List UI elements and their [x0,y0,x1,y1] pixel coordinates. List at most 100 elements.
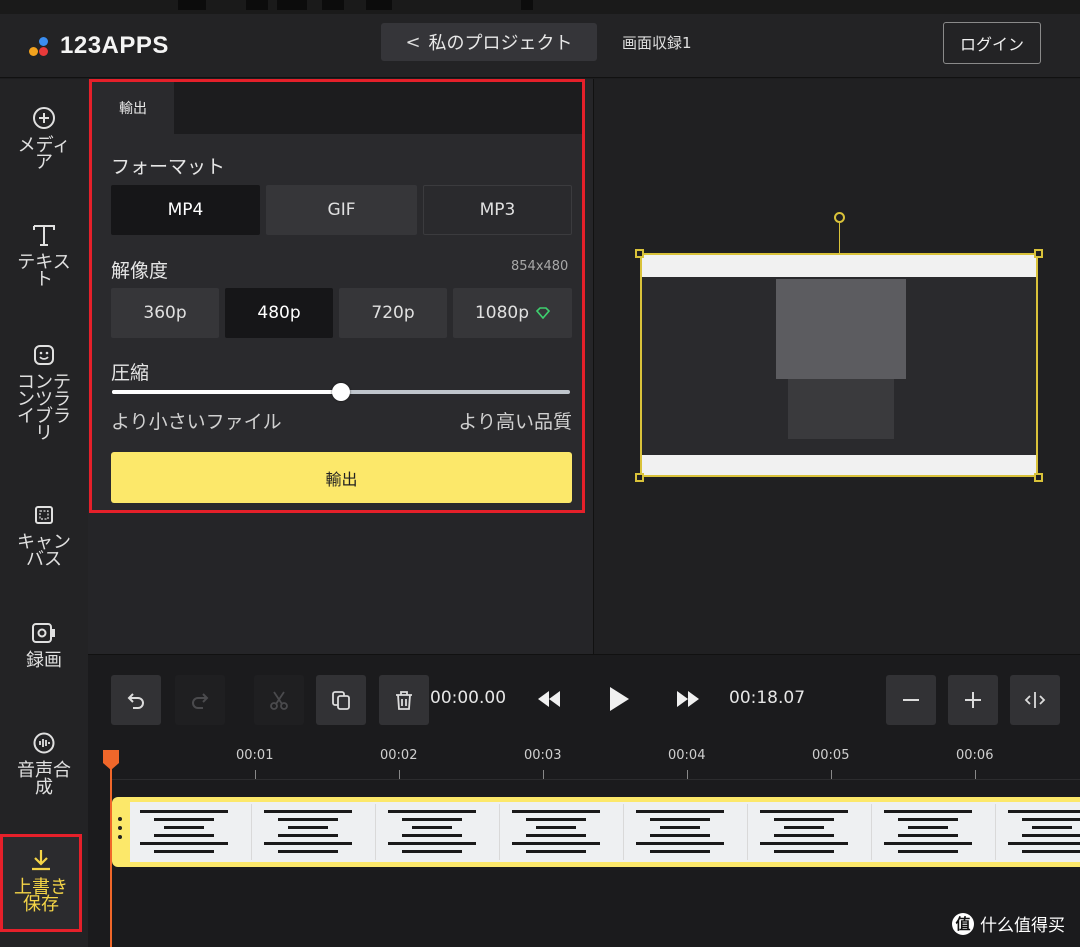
undo-button[interactable] [111,675,161,725]
expand-horizontal-icon [1023,689,1047,711]
project-name[interactable]: 画面収録1 [622,32,692,53]
clip-thumbnails [130,802,1080,862]
thumbnail-stripe [402,818,462,821]
ruler-tick [255,770,256,779]
thumbnail-stripe [526,850,586,853]
sidebar-item-canvas[interactable]: キャン バス [0,500,88,569]
thumbnail-stripe [1022,818,1080,821]
fast-forward-button[interactable] [673,684,703,714]
minus-icon [900,689,922,711]
thumbnail-stripe [650,834,710,837]
ruler-tick [543,770,544,779]
thumbnail-stripe [164,826,204,829]
thumbnail-stripe [774,834,834,837]
zoom-out-button[interactable] [886,675,936,725]
thumbnail-stripe [278,834,338,837]
sidebar-item-label: 音声合 成 [17,760,71,798]
thumbnail-stripe [784,826,824,829]
ruler-label: 00:02 [380,748,418,763]
video-clip[interactable] [112,797,1080,867]
thumbnail-stripe [512,842,600,845]
total-time: 00:18.07 [729,688,806,708]
ruler-label: 00:04 [668,748,706,763]
thumbnail-stripe [1032,826,1072,829]
thumbnail-stripe [512,810,600,813]
resize-handle-top-right[interactable] [1034,249,1043,258]
duplicate-button[interactable] [316,675,366,725]
thumbnail-stripe [884,810,972,813]
thumbnail-stripe [288,826,328,829]
play-button[interactable] [604,684,634,714]
thumbnail-stripe [278,850,338,853]
thumbnail-stripe [1008,810,1080,813]
thumbnail-stripe [884,842,972,845]
thumbnail-stripe [898,850,958,853]
watermark-logo-icon: 值 [952,912,974,935]
clip-thumbnail [502,804,624,860]
logo[interactable]: 123APPS [28,32,169,60]
thumbnail-stripe [636,842,724,845]
redo-button[interactable] [175,675,225,725]
thumbnail-stripe [402,834,462,837]
ruler-tick [831,770,832,779]
rewind-icon [536,690,562,708]
rewind-button[interactable] [534,684,564,714]
sidebar-item-content-library[interactable]: コンテ ンツラ イブラ リ [0,340,88,443]
zoom-in-button[interactable] [948,675,998,725]
ruler-label: 00:01 [236,748,274,763]
clip-thumbnail [254,804,376,860]
playhead-line [110,752,112,947]
watermark: 值 什么值得买 [952,911,1065,936]
sidebar-item-voice[interactable]: 音声合 成 [0,728,88,798]
thumbnail-stripe [660,826,700,829]
redo-icon [189,689,211,711]
rotate-handle[interactable] [834,212,845,223]
sidebar-item-label: 録画 [26,650,62,671]
resize-handle-bottom-left[interactable] [635,473,644,482]
resize-handle-bottom-right[interactable] [1034,473,1043,482]
fit-timeline-button[interactable] [1010,675,1060,725]
thumbnail-stripe [388,842,476,845]
thumbnail-stripe [774,850,834,853]
sticker-icon [29,340,59,370]
trash-icon [393,689,415,711]
current-time: 00:00.00 [430,688,507,708]
login-button[interactable]: ログイン [943,22,1041,64]
thumbnail-stripe [650,850,710,853]
thumbnail-stripe [1008,842,1080,845]
clip-thumbnail [750,804,872,860]
undo-icon [125,689,147,711]
download-icon [26,845,56,875]
canvas-icon [29,500,59,530]
thumbnail-stripe [526,818,586,821]
delete-button[interactable] [379,675,429,725]
sidebar-item-label: テキス ト [17,252,71,290]
resize-handle-top-left[interactable] [635,249,644,258]
chevron-left-icon: < [405,31,421,53]
voice-icon [29,728,59,758]
play-icon [608,686,630,712]
video-preview[interactable] [640,253,1038,477]
fast-forward-icon [675,690,701,708]
thumbnail-stripe [264,842,352,845]
thumbnail-stripe [760,842,848,845]
thumbnail-stripe [154,850,214,853]
preview-dialog [776,279,906,379]
my-projects-button[interactable]: < 私のプロジェクト [381,23,597,61]
sidebar-item-record[interactable]: 録画 [0,618,88,671]
sidebar-item-text[interactable]: テキス ト [0,220,88,290]
thumbnail-stripe [140,810,228,813]
thumbnail-stripe [760,810,848,813]
text-t-icon [29,220,59,250]
watermark-text: 什么值得买 [980,916,1065,936]
ruler-label: 00:05 [812,748,850,763]
my-projects-label: 私のプロジェクト [428,33,573,54]
sidebar-item-media[interactable]: メディ ア [0,103,88,172]
sidebar-item-save[interactable]: 上書き 保存 [0,834,82,932]
drag-handle-icon[interactable] [118,817,124,844]
clip-thumbnail [130,804,252,860]
cut-button[interactable] [254,675,304,725]
app-header: 123APPS < 私のプロジェクト 画面収録1 ログイン [0,14,1080,78]
rotate-handle-line [839,223,840,253]
preview-dialog-lower [788,379,894,439]
